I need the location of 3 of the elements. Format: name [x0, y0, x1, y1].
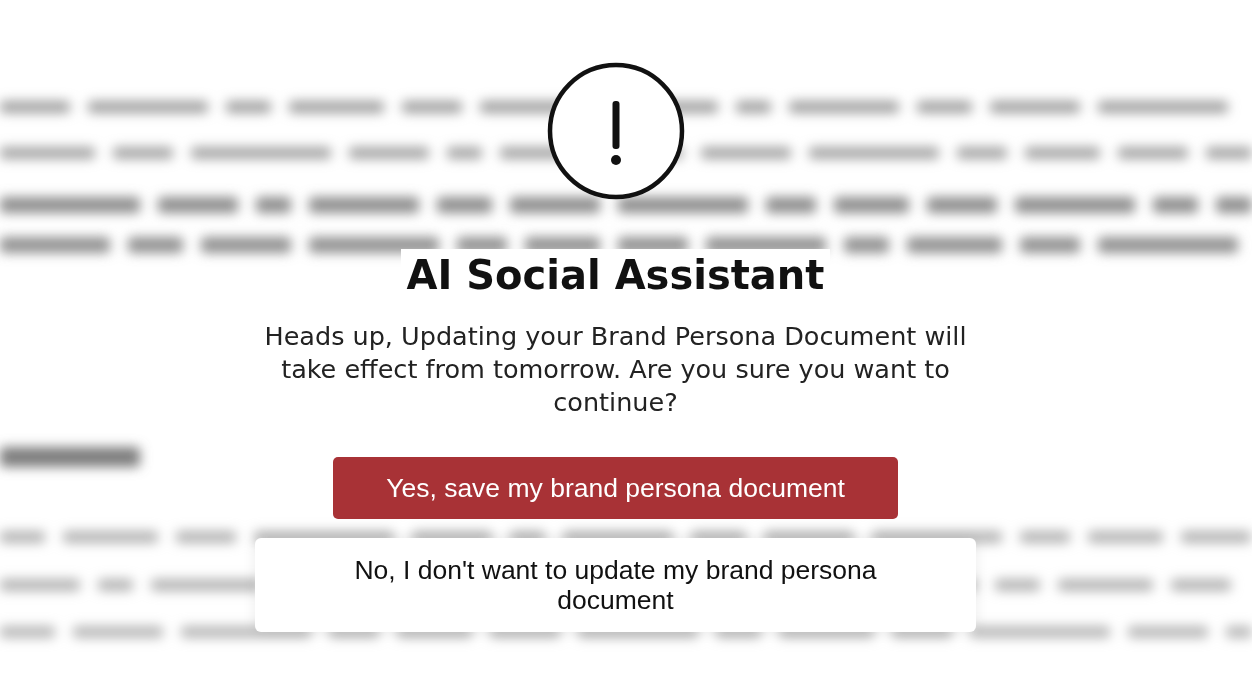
- exclamation-circle-icon: [545, 61, 686, 201]
- confirm-button[interactable]: Yes, save my brand persona document: [333, 457, 898, 519]
- cancel-button[interactable]: No, I don't want to update my brand persona document: [255, 538, 976, 632]
